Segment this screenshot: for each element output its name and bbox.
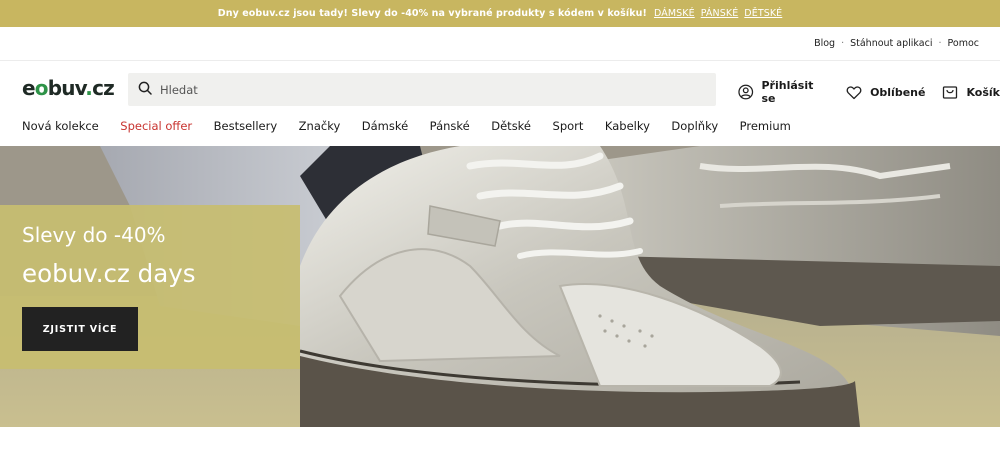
util-link-app[interactable]: Stáhnout aplikaci [850, 38, 932, 49]
favorites-button[interactable]: Oblíbené [846, 85, 925, 100]
nav-item-sport[interactable]: Sport [553, 119, 584, 133]
site-logo[interactable]: eobuv.cz [22, 76, 115, 100]
login-button[interactable]: Přihlásit se [738, 79, 829, 105]
search-icon[interactable] [138, 80, 152, 99]
util-link-help[interactable]: Pomoc [948, 38, 980, 49]
cart-icon [943, 85, 958, 99]
nav-item-premium[interactable]: Premium [740, 119, 791, 133]
search-bar[interactable] [128, 73, 716, 106]
promo-text: Dny eobuv.cz jsou tady! Slevy do -40% na… [217, 8, 647, 19]
nav-item-new-collection[interactable]: Nová kolekce [22, 119, 99, 133]
nav-item-special-offer[interactable]: Special offer [120, 119, 192, 133]
util-link-blog[interactable]: Blog [814, 38, 835, 49]
nav-item-kids[interactable]: Dětské [491, 119, 531, 133]
main-header: eobuv.cz Přihlásit se Oblíbené Košík [0, 61, 1000, 117]
utility-bar: Blog · Stáhnout aplikaci · Pomoc [0, 27, 1000, 61]
util-separator: · [938, 38, 942, 49]
category-nav: Nová kolekce Special offer Bestsellery Z… [22, 117, 812, 135]
hero-subtitle: Slevy do -40% [22, 223, 166, 247]
nav-item-men[interactable]: Pánské [430, 119, 470, 133]
cart-label: Košík [966, 85, 1000, 99]
nav-item-accessories[interactable]: Doplňky [671, 119, 718, 133]
nav-item-bestsellers[interactable]: Bestsellery [214, 119, 278, 133]
user-icon [738, 84, 754, 100]
search-input[interactable] [160, 82, 660, 97]
cart-button[interactable]: Košík [942, 85, 1000, 100]
nav-item-women[interactable]: Dámské [362, 119, 408, 133]
header-actions: Přihlásit se Oblíbené Košík [738, 79, 1000, 105]
heart-icon [846, 85, 862, 99]
favorites-label: Oblíbené [870, 85, 926, 99]
hero-cta-button[interactable]: ZJISTIT VÍCE [22, 307, 138, 351]
util-separator: · [841, 38, 845, 49]
nav-item-brands[interactable]: Značky [299, 119, 341, 133]
promo-link-detske[interactable]: DĚTSKÉ [744, 8, 782, 19]
login-label: Přihlásit se [761, 79, 814, 105]
nav-item-bags[interactable]: Kabelky [605, 119, 650, 133]
promo-link-panske[interactable]: PÁNSKÉ [701, 8, 739, 19]
promo-link-damske[interactable]: DÁMSKÉ [654, 8, 695, 19]
hero-banner[interactable]: Slevy do -40% eobuv.cz days ZJISTIT VÍCE [0, 146, 1000, 427]
hero-title: eobuv.cz days [22, 259, 196, 288]
promo-bar: Dny eobuv.cz jsou tady! Slevy do -40% na… [0, 0, 1000, 27]
